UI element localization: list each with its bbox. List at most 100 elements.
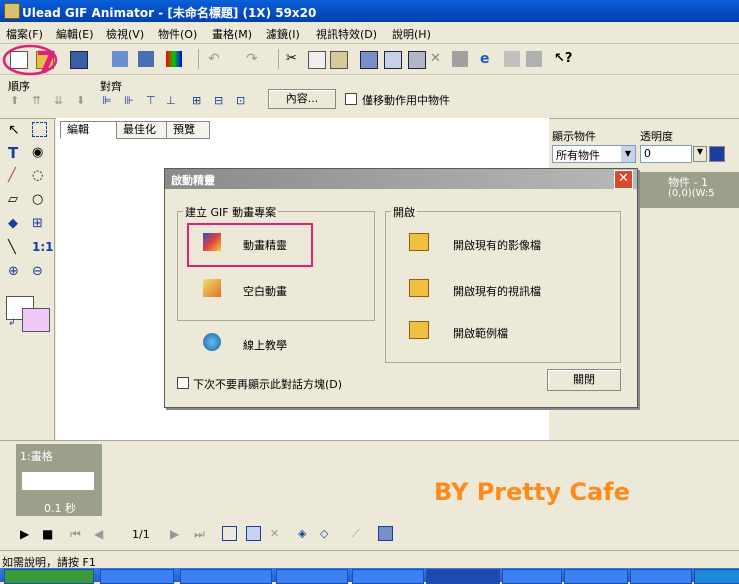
marquee-tool-icon[interactable] [32,122,47,137]
tab-preview[interactable]: 預覽 [166,121,210,139]
ellipse-tool-icon[interactable]: ○ [32,192,43,207]
transition-icon[interactable]: ⟋ [352,527,360,541]
object-grid-icon[interactable] [709,146,725,162]
align-center-icon[interactable]: ⊪ [124,94,134,107]
crop-tool-icon[interactable]: ⊞ [32,216,43,231]
frame-properties-icon[interactable] [360,51,378,69]
align-middle-icon[interactable]: ⊞ [192,94,201,107]
move-bottom-icon[interactable]: ⇊ [54,94,63,107]
move-top-icon[interactable]: ⇈ [32,94,41,107]
frame-properties-bottom-icon[interactable] [378,526,393,541]
align-top-icon[interactable]: ⊤ [146,94,156,107]
watermark-text: BY Pretty Cafe [434,478,630,506]
dont-show-checkbox[interactable] [177,377,189,389]
duplicate-frame-icon[interactable] [408,51,426,69]
play-icon[interactable]: ▶ [20,527,29,541]
optimize-icon[interactable] [504,51,520,67]
export-icon[interactable] [138,51,154,67]
swap-colors-icon[interactable]: ↲ [8,318,16,328]
animation-wizard-option[interactable]: 動畫精靈 [243,237,287,253]
undo-icon[interactable]: ↶ [208,51,224,67]
zoom-in-icon[interactable]: ⊕ [8,264,19,279]
dialog-title: 啟動精靈 [171,174,215,187]
move-only-checkbox[interactable] [345,93,357,105]
secondary-color-swatch[interactable] [22,308,50,332]
dialog-title-bar: 啟動精靈 ✕ [165,169,637,189]
browser-preview-icon[interactable]: e [480,51,496,67]
crop-icon[interactable]: ✕ [430,51,446,67]
open-video-folder-icon [409,279,429,297]
align-right-icon[interactable]: ⊟ [214,94,223,107]
paste-icon[interactable] [330,51,348,69]
move-up-icon[interactable]: ⬆ [10,94,19,107]
menu-frame[interactable]: 畫格(M) [212,26,252,42]
last-frame-icon[interactable]: ⏭ [194,527,205,542]
object-list-item[interactable]: 物件 - 1 (0,0)(W:5 [640,172,739,208]
redo-icon[interactable]: ↷ [246,51,262,67]
zoom-out-icon[interactable]: ⊖ [32,264,43,279]
object-info: (0,0)(W:5 [668,188,715,199]
open-video-option[interactable]: 開啟現有的視訊檔 [453,283,541,299]
first-frame-icon[interactable]: ⏮ [70,527,81,542]
help-pointer-icon[interactable]: ↖? [554,51,572,67]
menu-object[interactable]: 物件(O) [158,26,197,42]
object-toolbar: 順序 對齊 ⬆ ⇈ ⇊ ⬇ ⊫ ⊪ ⊤ ⊥ ⊞ ⊟ ⊡ 內容... 僅移動作用中… [0,76,739,119]
pointer-tool-icon[interactable]: ↖ [8,122,20,138]
toolbar-separator [278,49,279,69]
stop-icon[interactable]: ■ [42,527,53,541]
open-image-option[interactable]: 開啟現有的影像檔 [453,237,541,253]
align-bottom-icon[interactable]: ⊥ [166,94,176,107]
tab-optimize[interactable]: 最佳化 [116,121,168,139]
duplicate-frame-bottom-icon[interactable] [246,526,261,541]
frame-thumbnail[interactable]: 1:畫格 0.1 秒 [16,444,102,516]
delete-frame-bottom-icon[interactable]: ✕ [270,527,279,540]
cut-icon[interactable]: ✂ [286,51,302,67]
fill-tool-icon[interactable]: ◆ [8,216,18,231]
open-sample-option[interactable]: 開啟範例檔 [453,325,508,341]
previous-frame-icon[interactable]: ◀ [94,527,103,541]
frame-label: 1:畫格 [20,450,53,463]
copy-icon[interactable] [308,51,326,69]
align-distribute-icon[interactable]: ⊡ [236,94,245,107]
tool-icon[interactable] [452,51,468,67]
opacity-dropdown-icon[interactable]: ▼ [693,146,707,162]
eraser-tool-icon[interactable]: ▱ [8,192,18,207]
tab-edit[interactable]: 編輯 [60,121,117,139]
save-icon[interactable] [70,51,88,69]
opacity-value: 0 [644,147,651,160]
close-icon[interactable]: ✕ [614,170,633,189]
eyedropper-tool-icon[interactable]: ╲ [8,240,16,255]
web-icon[interactable] [526,51,542,67]
toolbar-separator [198,49,199,69]
display-objects-value: 所有物件 [556,149,600,162]
delete-frame-icon[interactable] [384,51,402,69]
transform-tool-icon[interactable]: ◉ [32,145,43,160]
text-tool-icon[interactable]: T [8,144,18,162]
next-frame-icon[interactable]: ▶ [170,527,179,541]
display-objects-select[interactable]: 所有物件 ▼ [552,145,636,163]
opacity-input[interactable]: 0 [640,145,692,163]
frame-preview [22,472,94,490]
align-label: 對齊 [100,80,122,93]
move-down-icon[interactable]: ⬇ [76,94,85,107]
actual-size-icon[interactable]: 1:1 [32,240,54,254]
chevron-down-icon[interactable]: ▼ [621,146,635,162]
online-tutorial-option[interactable]: 線上教學 [243,337,287,353]
tween-icon[interactable]: ◈ [298,527,306,540]
lasso-tool-icon[interactable]: ◌ [32,168,43,183]
color-palette-icon[interactable] [166,51,182,67]
brush-tool-icon[interactable]: ╱ [8,168,16,183]
content-button[interactable]: 內容... [268,89,336,109]
tween-text-icon[interactable]: ◇ [320,527,328,540]
align-left-icon[interactable]: ⊫ [102,94,112,107]
create-gif-group-label: 建立 GIF 動畫專案 [183,204,279,220]
blank-animation-option[interactable]: 空白動畫 [243,283,287,299]
close-button[interactable]: 關閉 [547,369,621,391]
annotation-number: 7 [36,46,57,81]
add-frame-icon[interactable] [222,526,237,541]
menu-video-fx[interactable]: 視訊特效(D) [316,26,377,42]
menu-filter[interactable]: 濾鏡(I) [266,26,300,42]
menu-help[interactable]: 說明(H) [392,26,431,42]
menu-view[interactable]: 檢視(V) [106,26,144,42]
import-icon[interactable] [112,51,128,67]
